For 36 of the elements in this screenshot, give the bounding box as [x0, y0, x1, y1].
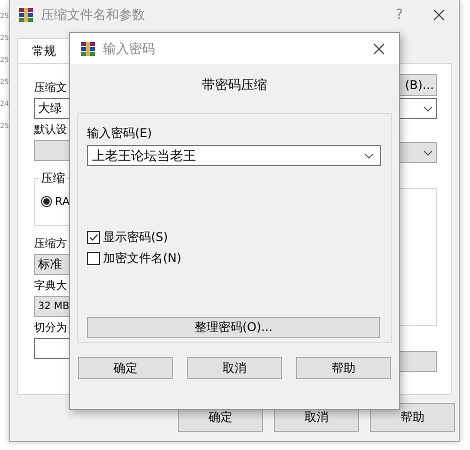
- organize-passwords-button[interactable]: 整理密码(O)...: [87, 317, 380, 338]
- dropdown[interactable]: [400, 98, 437, 119]
- checkbox-label: 显示密码(S): [103, 229, 168, 246]
- archive-icon: [80, 40, 96, 56]
- checkbox[interactable]: [87, 231, 100, 244]
- chevron-icon: [364, 152, 374, 158]
- dialog-button[interactable]: 帮助: [370, 403, 455, 432]
- field-label: 字典大: [34, 278, 68, 294]
- split-field[interactable]: [34, 338, 70, 359]
- chevron-icon: [423, 106, 433, 112]
- dialog-heading: 带密码压缩: [201, 77, 268, 94]
- field-label: 切分为: [34, 320, 68, 336]
- close-icon[interactable]: [433, 9, 445, 21]
- field-label: 压缩文: [34, 80, 68, 96]
- tab[interactable]: 常规: [17, 38, 71, 63]
- dialog-button[interactable]: 确定: [78, 357, 173, 379]
- field-label: 输入密码(E): [87, 125, 153, 141]
- browse-button[interactable]: (B)...: [400, 74, 437, 96]
- method-dropdown[interactable]: 标准: [34, 254, 70, 275]
- radio-button[interactable]: [41, 196, 52, 207]
- checkbox-label: 加密文件名(N): [103, 250, 182, 267]
- checkbox[interactable]: [87, 252, 100, 265]
- field-label: 默认设: [34, 122, 68, 138]
- archive-icon: [18, 7, 34, 23]
- dialog-button[interactable]: 帮助: [296, 357, 391, 379]
- field-label: 压缩方: [34, 236, 68, 252]
- archive-name-field[interactable]: 大绿: [34, 98, 70, 119]
- close-icon[interactable]: [373, 42, 385, 54]
- window-title: 压缩文件名和参数: [41, 7, 146, 24]
- dictionary-dropdown[interactable]: 32 MB: [34, 296, 70, 317]
- group-title: 压缩: [39, 171, 67, 185]
- password-field[interactable]: 上老王论坛当老王: [87, 145, 381, 166]
- chevron-icon: [423, 150, 433, 156]
- dialog-button[interactable]: 取消: [187, 357, 282, 379]
- window-title: 输入密码: [103, 40, 156, 58]
- radio-label: RA: [55, 195, 70, 208]
